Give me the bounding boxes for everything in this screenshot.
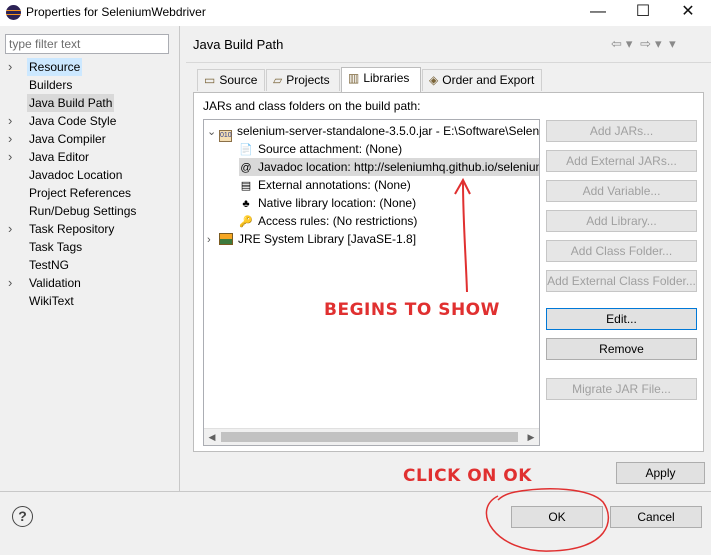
chevron-right-icon[interactable]: ›: [8, 112, 12, 130]
back-arrow-icon[interactable]: ⇦: [611, 36, 622, 51]
sidebar-item-label: Java Compiler: [29, 132, 106, 146]
scrollbar-thumb[interactable]: [221, 432, 518, 442]
sidebar-item-label: Validation: [29, 276, 81, 290]
chevron-right-icon[interactable]: ›: [8, 274, 12, 292]
tree-node-access-rules[interactable]: 🔑 Access rules: (No restrictions): [239, 212, 417, 230]
chevron-right-icon[interactable]: ›: [8, 58, 12, 76]
javadoc-icon: @: [240, 162, 252, 174]
sidebar-item-javadoc-location[interactable]: Javadoc Location: [0, 166, 178, 184]
tab-order-and-export[interactable]: ◈ Order and Export: [422, 69, 542, 91]
tab-projects[interactable]: ▱ Projects: [266, 69, 340, 91]
dialog-footer: ? OK Cancel: [0, 492, 711, 555]
chevron-right-icon[interactable]: ›: [8, 220, 12, 238]
ok-button[interactable]: OK: [511, 506, 603, 528]
sidebar-item-java-editor[interactable]: › Java Editor: [0, 148, 178, 166]
tab-libraries[interactable]: ▥ Libraries: [341, 67, 421, 93]
minimize-button[interactable]: —: [575, 0, 621, 26]
add-class-folder-button[interactable]: Add Class Folder...: [546, 240, 697, 262]
window-title: Properties for SeleniumWebdriver: [26, 5, 206, 19]
sidebar-item-run-debug-settings[interactable]: Run/Debug Settings: [0, 202, 178, 220]
apply-button[interactable]: Apply: [616, 462, 705, 484]
tree-node-source-attachment[interactable]: 📄 Source attachment: (None): [239, 140, 402, 158]
forward-arrow-icon[interactable]: ⇨: [640, 36, 651, 51]
sidebar-item-wikitext[interactable]: WikiText: [0, 292, 178, 310]
cancel-button[interactable]: Cancel: [610, 506, 702, 528]
source-folder-icon: ▭: [204, 73, 216, 87]
header-separator: [186, 62, 711, 63]
jre-library-icon: [219, 233, 233, 245]
sidebar-item-project-references[interactable]: Project References: [0, 184, 178, 202]
filter-input[interactable]: [5, 34, 169, 54]
sidebar-item-label: Run/Debug Settings: [29, 204, 137, 218]
scroll-right-icon[interactable]: ▶: [523, 430, 539, 445]
sidebar-item-label: Java Build Path: [27, 94, 115, 112]
sidebar-item-label: Builders: [29, 78, 73, 92]
tree-node-javadoc-location[interactable]: @ Javadoc location: http://seleniumhq.git…: [239, 158, 539, 176]
scroll-left-icon[interactable]: ◀: [204, 430, 220, 445]
libraries-label: JARs and class folders on the build path…: [203, 99, 421, 113]
begins-to-show-annotation: BEGINS TO SHOW: [324, 300, 500, 320]
sidebar-item-validation[interactable]: › Validation: [0, 274, 178, 292]
sidebar-item-label: TestNG: [29, 258, 70, 272]
sidebar-item-label: WikiText: [29, 294, 74, 308]
native-library-icon: ♣: [242, 198, 250, 210]
sidebar-item-builders[interactable]: Builders: [0, 76, 178, 94]
close-button[interactable]: ✕: [665, 0, 711, 26]
tree-node-native-library[interactable]: ♣ Native library location: (None): [239, 194, 416, 212]
tree-node-external-annotations[interactable]: ▤ External annotations: (None): [239, 176, 411, 194]
migrate-jar-button[interactable]: Migrate JAR File...: [546, 378, 697, 400]
add-external-jars-button[interactable]: Add External JARs...: [546, 150, 697, 172]
annotations-icon: ▤: [240, 180, 252, 192]
chevron-right-icon[interactable]: ›: [8, 148, 12, 166]
sidebar-item-task-tags[interactable]: Task Tags: [0, 238, 178, 256]
expanded-icon[interactable]: ⌄: [207, 123, 219, 141]
remove-button[interactable]: Remove: [546, 338, 697, 360]
add-external-class-folder-button[interactable]: Add External Class Folder...: [546, 270, 697, 292]
libraries-tree[interactable]: ⌄ 010 selenium-server-standalone-3.5.0.jar…: [203, 119, 540, 446]
sidebar-item-label: Java Code Style: [29, 114, 117, 128]
order-export-icon: ◈: [429, 73, 439, 87]
jar-icon: 010: [219, 130, 232, 142]
tree-node-jre-system-library[interactable]: › JRE System Library [JavaSE-1.8]: [207, 230, 416, 248]
edit-button[interactable]: Edit...: [546, 308, 697, 330]
libraries-icon: ▥: [348, 71, 360, 85]
sidebar-item-resource[interactable]: › Resource: [0, 58, 178, 76]
source-attachment-icon: 📄: [239, 144, 253, 156]
sidebar-item-label: Project References: [29, 186, 132, 200]
eclipse-icon: [6, 5, 21, 20]
tree-node-selenium-jar[interactable]: ⌄ 010 selenium-server-standalone-3.5.0.jar…: [207, 122, 539, 142]
sidebar-item-label: Task Repository: [29, 222, 115, 236]
sidebar-item-java-compiler[interactable]: › Java Compiler: [0, 130, 178, 148]
title-bar: Properties for SeleniumWebdriver — ☐ ✕: [0, 0, 711, 26]
chevron-right-icon[interactable]: ›: [8, 130, 12, 148]
page-title: Java Build Path: [193, 37, 284, 52]
view-menu-icon[interactable]: ▾: [669, 36, 676, 51]
projects-icon: ▱: [273, 73, 283, 87]
horizontal-scrollbar[interactable]: ◀ ▶: [204, 428, 539, 445]
chevron-down-icon[interactable]: ▾: [626, 36, 633, 51]
tab-source[interactable]: ▭ Source: [197, 69, 265, 91]
chevron-down-icon[interactable]: ▾: [655, 36, 662, 51]
sidebar-item-label: Resource: [27, 58, 83, 76]
sidebar-item-task-repository[interactable]: › Task Repository: [0, 220, 178, 238]
maximize-button[interactable]: ☐: [620, 0, 666, 26]
sidebar-item-label: Javadoc Location: [29, 168, 123, 182]
sidebar-item-label: Java Editor: [29, 150, 90, 164]
help-icon[interactable]: ?: [12, 506, 33, 527]
sidebar-item-label: Task Tags: [29, 240, 83, 254]
click-ok-annotation: CLICK ON OK: [403, 466, 532, 486]
access-rules-icon: 🔑: [239, 216, 253, 228]
property-pages-tree: › Resource Builders Java Build Path › Java Co…: [0, 58, 178, 310]
collapsed-icon[interactable]: ›: [207, 231, 219, 249]
vertical-divider: [179, 26, 180, 492]
dialog-content: › Resource Builders Java Build Path › Java Co…: [0, 26, 711, 492]
sidebar-item-java-build-path[interactable]: Java Build Path: [0, 94, 178, 112]
add-library-button[interactable]: Add Library...: [546, 210, 697, 232]
sidebar-item-java-code-style[interactable]: › Java Code Style: [0, 112, 178, 130]
sidebar-item-testng[interactable]: TestNG: [0, 256, 178, 274]
page-navigation: ⇦ ▾ ⇨ ▾ ▾: [611, 36, 680, 52]
add-variable-button[interactable]: Add Variable...: [546, 180, 697, 202]
add-jars-button[interactable]: Add JARs...: [546, 120, 697, 142]
